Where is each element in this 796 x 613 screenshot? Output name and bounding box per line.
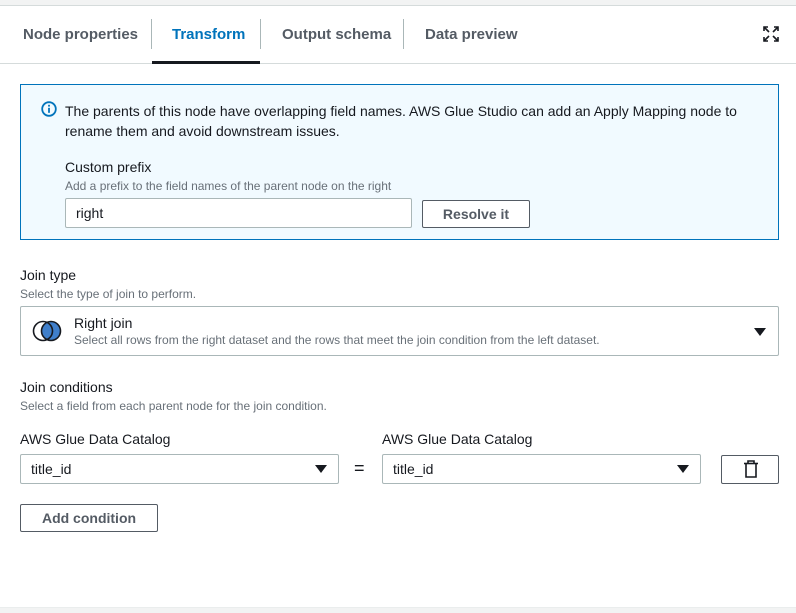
tab-divider — [151, 19, 152, 49]
equals-operator: = — [354, 458, 365, 478]
custom-prefix-description: Add a prefix to the field names of the p… — [65, 179, 392, 193]
right-field-select[interactable]: title_id — [382, 454, 701, 484]
delete-condition-button[interactable] — [721, 455, 779, 484]
resolve-button[interactable]: Resolve it — [422, 200, 530, 228]
active-tab-indicator — [152, 61, 260, 64]
alert-message: The parents of this node have overlappin… — [65, 103, 737, 139]
tab-transform[interactable]: Transform — [172, 6, 245, 64]
bottom-border — [0, 607, 796, 613]
join-type-selected: Right join — [74, 315, 133, 331]
expand-icon[interactable] — [763, 26, 779, 42]
join-type-select[interactable]: Right join Select all rows from the righ… — [20, 306, 779, 356]
tab-output-schema[interactable]: Output schema — [282, 6, 391, 64]
info-icon — [41, 101, 57, 117]
trash-icon — [744, 460, 758, 478]
left-field-value: title_id — [31, 461, 72, 477]
tab-node-properties[interactable]: Node properties — [23, 6, 138, 64]
tab-divider — [260, 19, 261, 49]
custom-prefix-label: Custom prefix — [65, 159, 152, 175]
join-type-description: Select the type of join to perform. — [20, 287, 197, 301]
right-field-value: title_id — [393, 461, 434, 477]
join-type-label: Join type — [20, 267, 77, 283]
join-type-selected-description: Select all rows from the right dataset a… — [74, 333, 600, 347]
join-conditions-label: Join conditions — [20, 379, 113, 395]
caret-down-icon — [677, 465, 689, 473]
left-field-select[interactable]: title_id — [20, 454, 339, 484]
overlapping-fields-alert: The parents of this node have overlappin… — [20, 84, 779, 240]
right-source-label: AWS Glue Data Catalog — [382, 431, 533, 447]
venn-right-join-icon — [31, 320, 65, 342]
caret-down-icon — [754, 328, 766, 336]
join-conditions-description: Select a field from each parent node for… — [20, 399, 327, 413]
tab-data-preview[interactable]: Data preview — [425, 6, 518, 64]
add-condition-button[interactable]: Add condition — [20, 504, 158, 532]
caret-down-icon — [315, 465, 327, 473]
tab-divider — [403, 19, 404, 49]
custom-prefix-input[interactable] — [65, 198, 412, 228]
left-source-label: AWS Glue Data Catalog — [20, 431, 171, 447]
tab-bar: Node properties Transform Output schema … — [0, 6, 796, 64]
